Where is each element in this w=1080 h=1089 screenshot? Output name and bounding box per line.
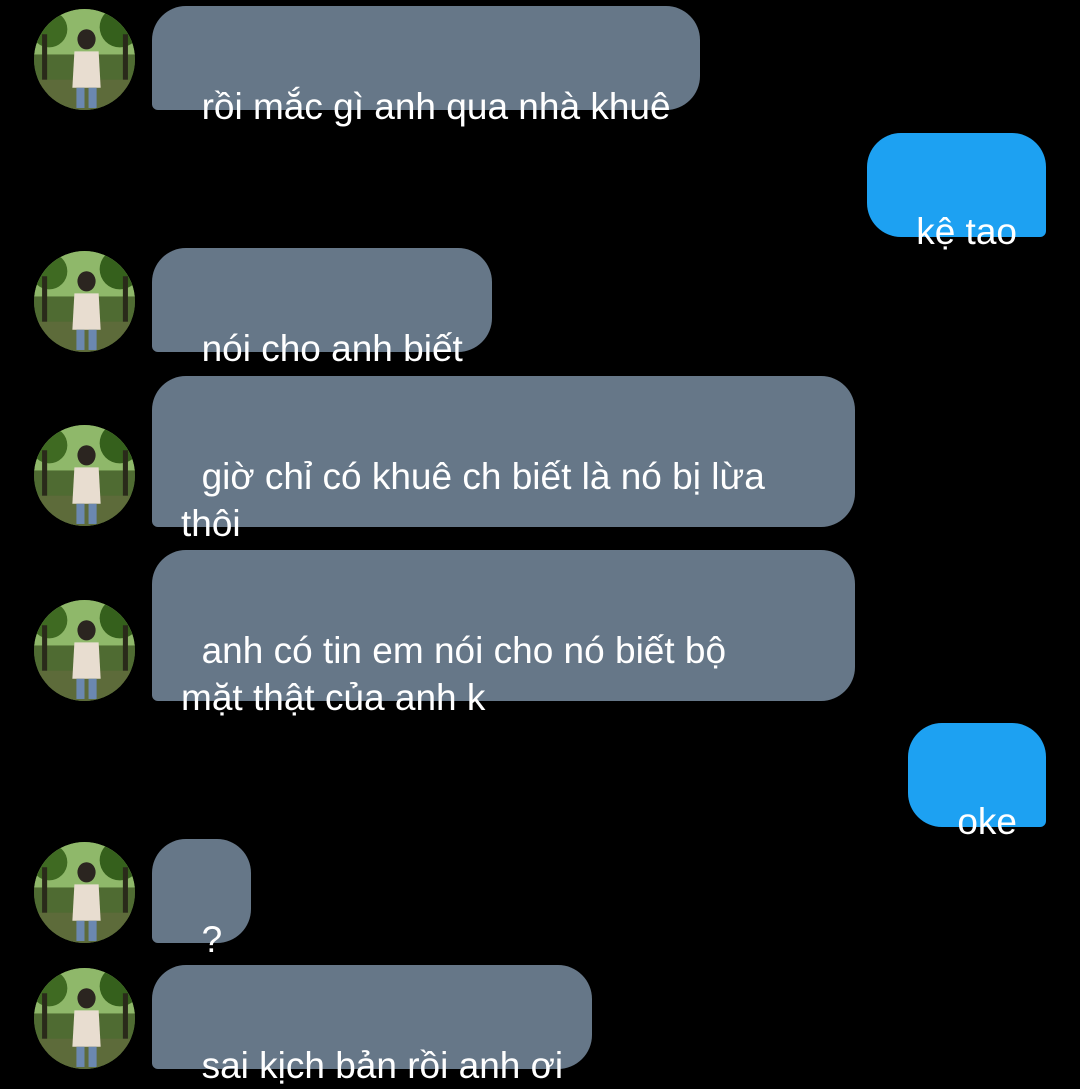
message-bubble-outgoing[interactable]: oke bbox=[907, 723, 1046, 842]
profile-photo-icon bbox=[34, 968, 135, 1069]
profile-photo-icon bbox=[34, 425, 135, 526]
contact-avatar[interactable] bbox=[34, 842, 135, 943]
message-text: giờ chỉ có khuê ch biết là nó bị lừa thô… bbox=[181, 456, 765, 544]
message-text: anh có tin em nói cho nó biết bộ mặt thậ… bbox=[181, 630, 727, 718]
profile-photo-icon bbox=[34, 842, 135, 943]
message-bubble-incoming[interactable]: rồi mắc gì anh qua nhà khuê bbox=[152, 6, 700, 127]
message-bubble-incoming[interactable]: giờ chỉ có khuê ch biết là nó bị lừa thô… bbox=[152, 376, 855, 544]
profile-photo-icon bbox=[34, 9, 135, 110]
message-text: ? bbox=[201, 919, 223, 960]
contact-avatar[interactable] bbox=[34, 251, 135, 352]
message-text: oke bbox=[957, 801, 1017, 842]
message-bubble-incoming[interactable]: sai kịch bản rồi anh ơi bbox=[152, 965, 593, 1086]
message-bubble-incoming[interactable]: anh có tin em nói cho nó biết bộ mặt thậ… bbox=[152, 550, 855, 718]
message-text: kệ tao bbox=[916, 211, 1017, 252]
contact-avatar[interactable] bbox=[34, 9, 135, 110]
contact-avatar[interactable] bbox=[34, 425, 135, 526]
contact-avatar[interactable] bbox=[34, 600, 135, 701]
message-bubble-incoming[interactable]: ? bbox=[152, 839, 252, 960]
contact-avatar[interactable] bbox=[34, 968, 135, 1069]
profile-photo-icon bbox=[34, 600, 135, 701]
message-text: sai kịch bản rồi anh ơi bbox=[201, 1045, 564, 1086]
message-text: nói cho anh biết bbox=[201, 328, 463, 369]
message-bubble-outgoing[interactable]: kệ tao bbox=[866, 133, 1046, 252]
profile-photo-icon bbox=[34, 251, 135, 352]
message-text: rồi mắc gì anh qua nhà khuê bbox=[201, 86, 671, 127]
message-bubble-incoming[interactable]: nói cho anh biết bbox=[152, 248, 492, 369]
